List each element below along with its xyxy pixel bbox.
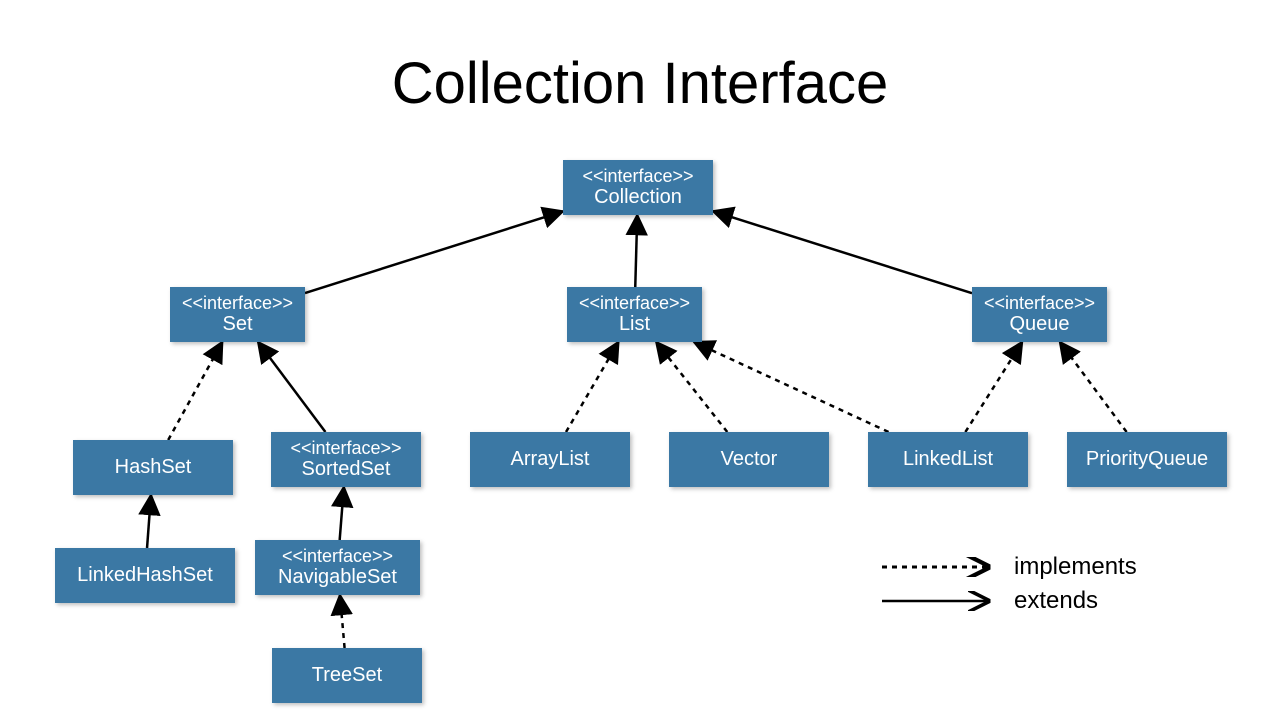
stereotype-label: <<interface>> bbox=[579, 293, 690, 314]
edge-linkedlist-to-queue bbox=[965, 342, 1022, 432]
edge-sortedset-to-set bbox=[258, 342, 325, 432]
node-priorityq: PriorityQueue bbox=[1067, 432, 1227, 487]
edge-queue-to-collection bbox=[713, 211, 972, 293]
legend-row-implements: implements bbox=[880, 550, 1137, 584]
edge-treeset-to-navset bbox=[340, 595, 345, 648]
node-label: TreeSet bbox=[312, 664, 382, 687]
node-navset: <<interface>>NavigableSet bbox=[255, 540, 420, 595]
node-sortedset: <<interface>>SortedSet bbox=[271, 432, 421, 487]
node-label: LinkedList bbox=[903, 448, 993, 471]
node-hashset: HashSet bbox=[73, 440, 233, 495]
node-arraylist: ArrayList bbox=[470, 432, 630, 487]
node-label: Collection bbox=[594, 186, 682, 209]
node-linkedhs: LinkedHashSet bbox=[55, 548, 235, 603]
edge-hashset-to-set bbox=[168, 342, 222, 440]
node-label: LinkedHashSet bbox=[77, 564, 213, 587]
node-label: Vector bbox=[721, 448, 778, 471]
legend-row-extends: extends bbox=[880, 584, 1137, 618]
stereotype-label: <<interface>> bbox=[182, 293, 293, 314]
node-queue: <<interface>>Queue bbox=[972, 287, 1107, 342]
node-collection: <<interface>>Collection bbox=[563, 160, 713, 215]
diagram-title: Collection Interface bbox=[0, 50, 1280, 117]
node-set: <<interface>>Set bbox=[170, 287, 305, 342]
edge-priorityq-to-queue bbox=[1060, 342, 1127, 432]
edge-set-to-collection bbox=[305, 211, 563, 293]
node-label: PriorityQueue bbox=[1086, 448, 1208, 471]
node-list: <<interface>>List bbox=[567, 287, 702, 342]
edge-linkedhs-to-hashset bbox=[147, 495, 151, 548]
stereotype-label: <<interface>> bbox=[282, 546, 393, 567]
legend-label: extends bbox=[1014, 587, 1098, 615]
edge-linkedlist-to-list bbox=[694, 342, 889, 432]
edge-vector-to-list bbox=[656, 342, 727, 432]
node-treeset: TreeSet bbox=[272, 648, 422, 703]
node-label: SortedSet bbox=[302, 458, 391, 481]
edge-list-to-collection bbox=[635, 215, 637, 287]
legend-line-dotted bbox=[880, 557, 1000, 577]
legend-label: implements bbox=[1014, 553, 1137, 581]
edge-navset-to-sortedset bbox=[340, 487, 344, 540]
node-label: List bbox=[619, 313, 650, 336]
node-label: NavigableSet bbox=[278, 566, 397, 589]
edge-arraylist-to-list bbox=[566, 342, 618, 432]
node-vector: Vector bbox=[669, 432, 829, 487]
legend: implements extends bbox=[880, 550, 1137, 618]
legend-line-solid bbox=[880, 591, 1000, 611]
stereotype-label: <<interface>> bbox=[984, 293, 1095, 314]
stereotype-label: <<interface>> bbox=[290, 438, 401, 459]
node-label: Queue bbox=[1009, 313, 1069, 336]
node-label: ArrayList bbox=[511, 448, 590, 471]
node-label: Set bbox=[222, 313, 252, 336]
stereotype-label: <<interface>> bbox=[582, 166, 693, 187]
node-label: HashSet bbox=[115, 456, 192, 479]
node-linkedlist: LinkedList bbox=[868, 432, 1028, 487]
